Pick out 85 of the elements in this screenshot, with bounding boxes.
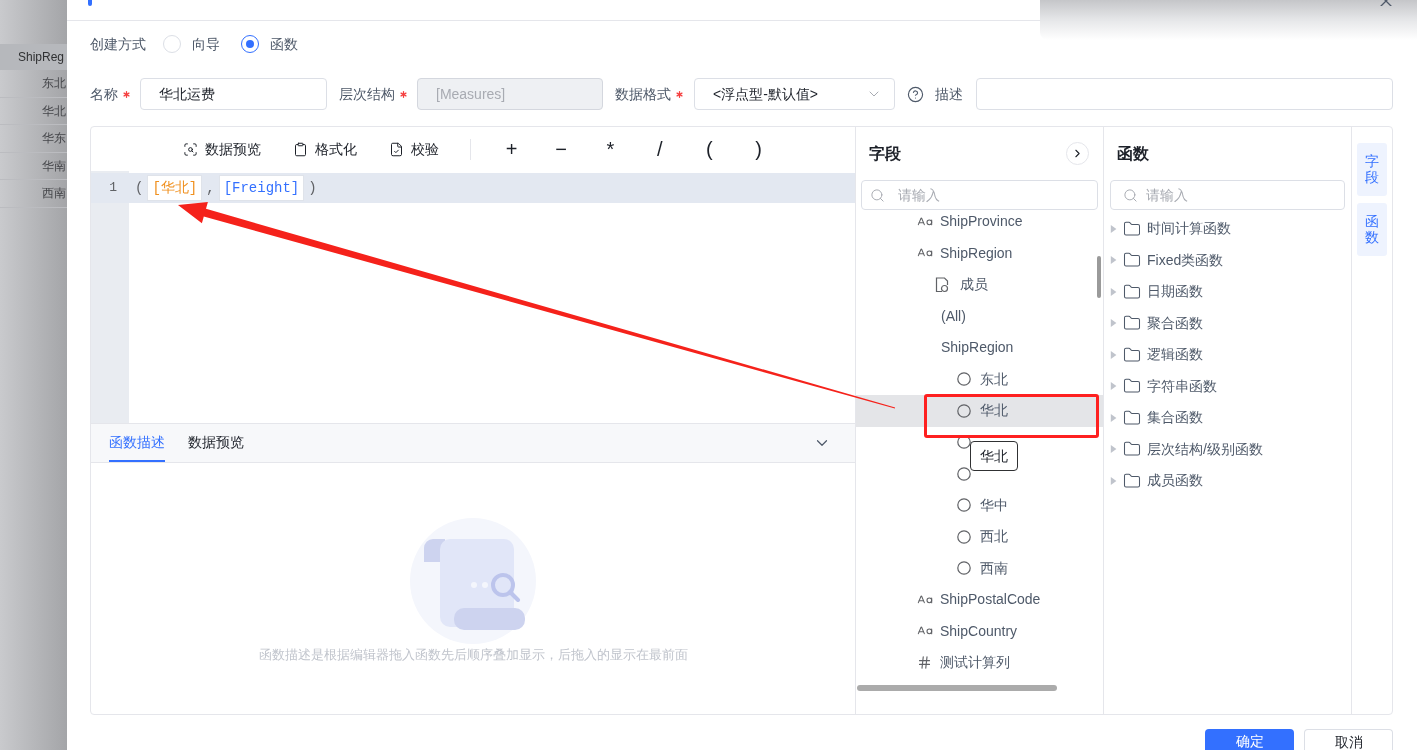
tab[interactable]: 数据预览 [188,424,244,462]
circle-icon [957,498,971,513]
circle-icon [957,529,971,544]
tree-item[interactable]: 东北 [856,363,1103,395]
operator-button[interactable]: ) [733,134,784,164]
circle-icon [957,561,971,576]
tree-item[interactable]: ShipPostalCode [856,584,1103,616]
field-label: 创建方式 [90,34,146,54]
folder-item[interactable]: 集合函数 [1104,402,1351,434]
cancel-button[interactable]: 取消 [1304,729,1393,750]
radio-option[interactable]: 向导 [163,33,220,55]
field-label: 描述 [935,84,963,104]
operator-button[interactable]: / [635,134,685,164]
circle-icon [957,372,971,387]
tree-item[interactable]: 西南 [856,552,1103,584]
side-tab[interactable]: 字段 [1357,143,1387,196]
folder-item[interactable]: 字符串函数 [1104,370,1351,402]
title-accent-bar [88,0,92,6]
operator-button[interactable]: − [536,134,586,164]
tooltip: 华北 [970,441,1018,471]
folder-icon [1123,345,1141,364]
folder-icon [1123,440,1141,459]
folder-item[interactable]: Fixed类函数 [1104,244,1351,276]
search-icon [870,187,885,203]
table-header-cell: ShipReg [0,44,67,70]
toolbar-button[interactable]: 格式化 [293,138,357,160]
operator-button[interactable]: + [487,134,537,164]
side-tab[interactable]: 函数 [1357,203,1387,256]
confirm-button[interactable]: 确定 [1205,729,1294,750]
tree-item[interactable]: ShipRegion [856,332,1103,364]
select-value: <浮点型-默认值> [713,84,818,104]
operator-button[interactable]: * [585,134,636,164]
tree-item[interactable]: (All) [856,300,1103,332]
field-label: 层次结构 [339,84,395,104]
tree-item[interactable]: ShipRegion [856,237,1103,269]
tab[interactable]: 函数描述 [109,424,165,462]
tree-item[interactable]: 西北 [856,521,1103,553]
folder-icon [1123,314,1141,333]
file-check-icon [389,141,404,157]
code-punctuation: ) [307,178,318,198]
clipboard-icon [293,141,308,157]
field-label: 数据格式 [615,84,671,104]
text-input[interactable]: 华北运费 [140,78,327,110]
folder-icon [1123,251,1141,270]
document-circle-icon [935,276,949,293]
text-input[interactable] [976,78,1393,110]
code-punctuation: , [205,178,216,198]
empty-state-text: 函数描述是根据编辑器拖入函数先后顺序叠加显示，后拖入的显示在最前面 [258,646,688,664]
tree-item[interactable]: 成员 [856,269,1103,301]
scan-search-icon [183,141,198,157]
folder-item[interactable]: 聚合函数 [1104,307,1351,339]
panel-title: 函数 [1117,143,1149,164]
operator-button[interactable]: ( [684,134,734,164]
field-token: [Freight] [218,175,305,201]
folder-item[interactable]: 层次结构/级别函数 [1104,433,1351,465]
folder-icon [1123,408,1141,427]
folder-item[interactable]: 成员函数 [1104,465,1351,497]
field-label: 名称 [90,84,118,104]
tree-item[interactable]: ShipProvince [856,212,1103,238]
tree-item[interactable]: 测试计算列 [856,647,1103,679]
vertical-scrollbar[interactable] [1097,256,1101,298]
close-icon[interactable] [1380,0,1392,6]
dropdown-select[interactable]: <浮点型-默认值> [694,78,895,110]
folder-item[interactable]: 时间计算函数 [1104,213,1351,245]
folder-icon [1123,471,1141,490]
folder-item[interactable]: 逻辑函数 [1104,339,1351,371]
folder-icon [1123,282,1141,301]
line-number: 1 [108,179,118,197]
search-icon [1123,187,1138,203]
toolbar-button[interactable]: 数据预览 [183,138,261,160]
toolbar-button[interactable]: 校验 [389,138,439,160]
folder-icon [1123,377,1141,396]
tree-item[interactable]: 华中 [856,489,1103,521]
panel-title: 字段 [869,143,901,164]
folder-item[interactable]: 日期函数 [1104,276,1351,308]
hash-icon [917,655,932,671]
horizontal-scrollbar[interactable] [857,685,1057,691]
member-token: [华北] [147,175,203,201]
folder-icon [1123,219,1141,238]
circle-icon [957,403,971,418]
code-punctuation: ( [134,178,145,198]
help-icon[interactable] [907,85,924,103]
tree-item[interactable]: ShipCountry [856,615,1103,647]
tree-item[interactable]: 华北 [856,395,1103,427]
radio-option[interactable]: 函数 [241,33,298,55]
